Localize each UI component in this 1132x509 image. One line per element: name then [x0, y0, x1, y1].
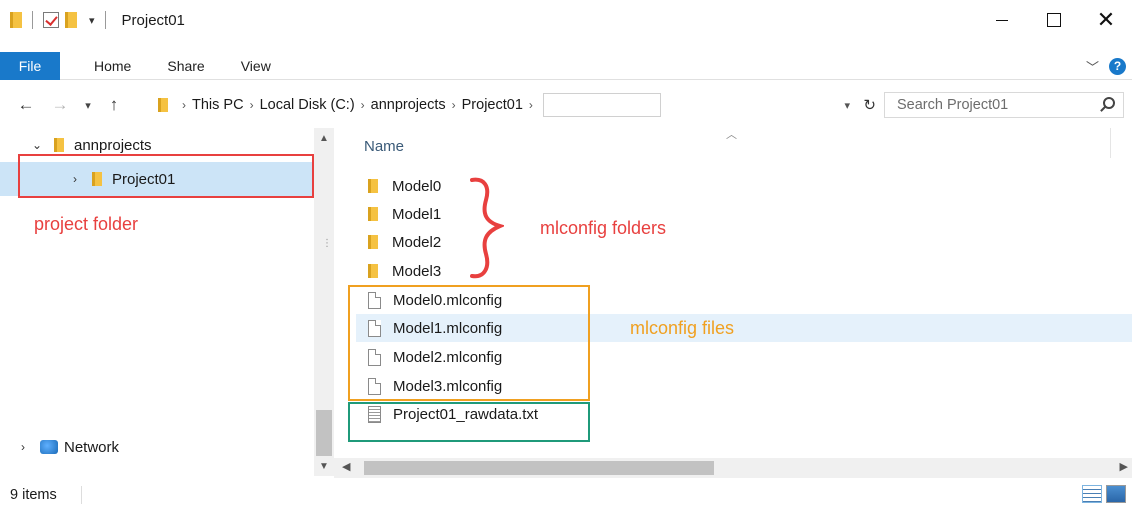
file-name: Model1	[392, 205, 442, 223]
breadcrumb-annprojects[interactable]: annprojects	[371, 97, 446, 113]
refresh-icon[interactable]: ↻	[863, 96, 876, 114]
address-row: ← → ▾ ↑ › This PC › Local Disk (C:) › an…	[0, 88, 1132, 122]
back-arrow-icon[interactable]: ←	[14, 95, 38, 115]
chevron-down-icon[interactable]: ⌄	[30, 138, 44, 152]
title-bar: ▾ Project01 ✕	[0, 0, 1132, 40]
tab-file[interactable]: File	[0, 51, 60, 80]
navigation-scrollbar[interactable]: ▲ ⋮ ▼	[314, 128, 334, 476]
toolbar-divider	[104, 11, 106, 29]
scrollbar-thumb[interactable]	[364, 461, 714, 475]
project-folder-highlight-box	[18, 154, 314, 198]
view-switcher	[1082, 485, 1126, 503]
mlconfig-files-highlight-box	[348, 285, 590, 401]
folder-icon	[368, 207, 378, 221]
file-name: Model2	[392, 233, 442, 251]
file-name: Model0	[392, 177, 442, 195]
large-icons-view-icon[interactable]	[1106, 485, 1126, 503]
expand-ribbon-chevron-icon[interactable]: ﹀	[1086, 57, 1099, 76]
folder-icon	[368, 179, 378, 193]
scroll-left-icon[interactable]: ◀	[342, 460, 350, 473]
sidebar-item-network[interactable]: › Network	[0, 430, 314, 464]
file-name: Model3	[392, 262, 442, 280]
window-controls: ✕	[976, 0, 1132, 40]
address-dropdown-chevron-icon[interactable]: ▾	[844, 99, 850, 112]
status-divider	[80, 485, 82, 504]
mlconfig-folders-brace	[470, 177, 504, 279]
tab-share[interactable]: Share	[151, 52, 220, 80]
breadcrumb-local-disk[interactable]: Local Disk (C:)	[260, 97, 355, 113]
pane-resize-grip-icon[interactable]: ⋮	[322, 238, 332, 249]
folder-icon	[368, 264, 378, 278]
rawdata-file-highlight-box	[348, 402, 590, 442]
chevron-right-icon[interactable]: ›	[16, 440, 30, 454]
breadcrumb-chevron-icon[interactable]: ›	[182, 98, 186, 112]
customize-toolbar-chevron-icon[interactable]: ▾	[89, 14, 95, 27]
search-placeholder: Search Project01	[897, 97, 1009, 113]
address-edit-field[interactable]	[542, 93, 661, 117]
breadcrumb-chevron-icon[interactable]: ›	[529, 98, 533, 112]
scrollbar-thumb[interactable]	[316, 410, 332, 456]
close-button[interactable]: ✕	[1080, 0, 1132, 40]
maximize-button[interactable]	[1028, 0, 1080, 40]
window-title: Project01	[121, 11, 185, 29]
status-bar: 9 items	[0, 480, 1132, 509]
breadcrumb-chevron-icon[interactable]: ›	[250, 98, 254, 112]
network-icon	[40, 440, 58, 454]
breadcrumb-chevron-icon[interactable]: ›	[361, 98, 365, 112]
breadcrumb-this-pc[interactable]: This PC	[192, 97, 244, 113]
help-icon[interactable]: ?	[1109, 57, 1126, 75]
forward-arrow-icon[interactable]: →	[48, 95, 72, 115]
address-bar[interactable]: › This PC › Local Disk (C:) › annproject…	[152, 92, 880, 118]
column-header-name[interactable]: Name	[364, 138, 404, 155]
folder-icon	[158, 98, 168, 112]
scroll-up-icon[interactable]: ▲	[314, 128, 334, 148]
breadcrumb-chevron-icon[interactable]: ›	[452, 98, 456, 112]
column-divider[interactable]	[1110, 128, 1111, 158]
project-folder-annotation: project folder	[34, 214, 139, 234]
ribbon-right-controls: ﹀ ?	[1086, 52, 1126, 80]
search-input[interactable]: Search Project01	[884, 92, 1124, 118]
mlconfig-folders-annotation: mlconfig folders	[540, 218, 667, 238]
search-icon[interactable]	[1103, 97, 1115, 109]
scroll-down-icon[interactable]: ▼	[314, 456, 334, 476]
file-list-horizontal-scrollbar[interactable]: ◀ ▶	[334, 458, 1132, 478]
tab-view[interactable]: View	[225, 52, 287, 80]
quick-access-toolbar: ▾ Project01	[0, 0, 185, 40]
toolbar-divider	[32, 11, 33, 29]
tab-home[interactable]: Home	[78, 52, 147, 80]
folder-icon	[10, 12, 22, 28]
sort-ascending-icon: ︿	[726, 129, 737, 141]
item-count: 9 items	[10, 486, 57, 503]
mlconfig-files-annotation: mlconfig files	[630, 318, 735, 338]
up-arrow-icon[interactable]: ↑	[102, 95, 126, 115]
ribbon-tabs: File Home Share View ﹀ ?	[0, 51, 1132, 80]
properties-icon[interactable]	[43, 12, 59, 28]
folder-icon	[54, 138, 64, 152]
details-view-icon[interactable]	[1082, 485, 1102, 503]
scroll-right-icon[interactable]: ▶	[1120, 460, 1128, 473]
sidebar-item-label: annprojects	[74, 136, 152, 154]
folder-icon	[368, 235, 378, 249]
minimize-button[interactable]	[976, 0, 1028, 40]
breadcrumb-project01[interactable]: Project01	[462, 97, 523, 113]
sidebar-item-label: Network	[64, 438, 120, 456]
new-folder-icon[interactable]	[65, 12, 77, 28]
recent-locations-chevron-icon[interactable]: ▾	[76, 99, 100, 112]
